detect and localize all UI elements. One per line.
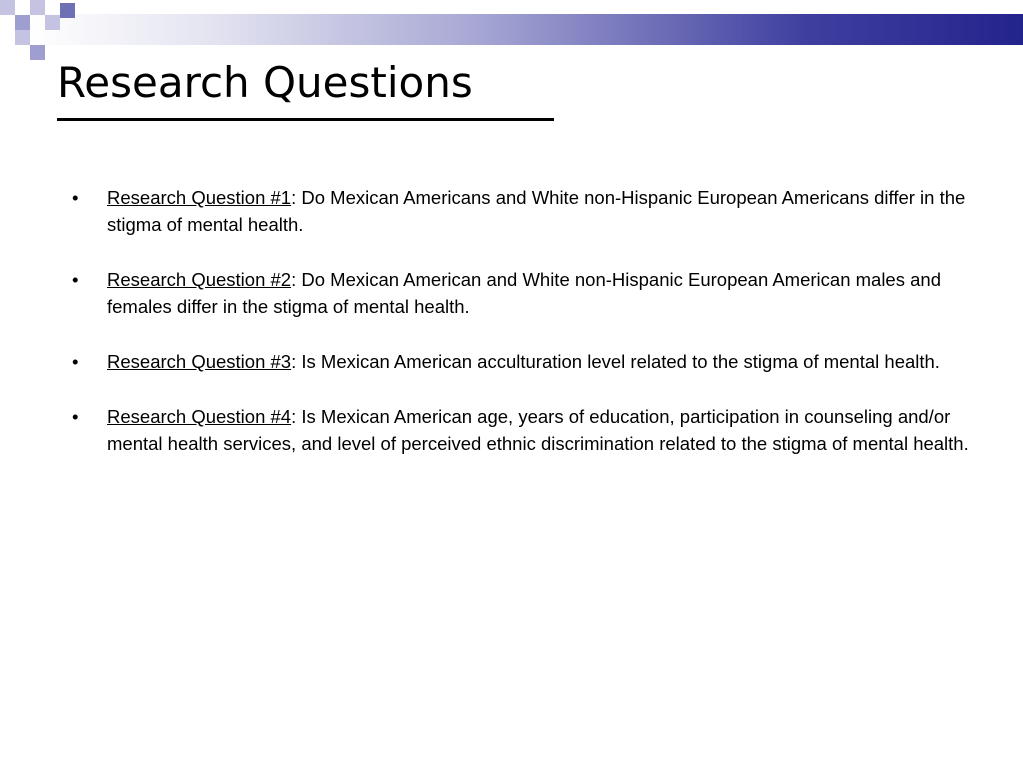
title-underline: [57, 118, 554, 121]
bullet-icon: •: [72, 187, 79, 208]
deco-square: [30, 0, 45, 15]
list-item: • Research Question #3: Is Mexican Ameri…: [72, 348, 977, 375]
deco-square: [0, 0, 15, 15]
bullet-icon: •: [72, 351, 79, 372]
header-gradient-bar: [30, 14, 1023, 45]
research-questions-list: • Research Question #1: Do Mexican Ameri…: [72, 184, 977, 485]
question-label: Research Question #4: [107, 406, 292, 427]
question-text: : Is Mexican American acculturation leve…: [291, 351, 940, 372]
list-item: • Research Question #2: Do Mexican Ameri…: [72, 266, 977, 320]
deco-square: [45, 15, 60, 30]
question-label: Research Question #2: [107, 269, 292, 290]
bullet-icon: •: [72, 406, 79, 427]
list-item: • Research Question #4: Is Mexican Ameri…: [72, 403, 977, 457]
deco-square: [30, 45, 45, 60]
deco-square: [60, 3, 75, 18]
list-item: • Research Question #1: Do Mexican Ameri…: [72, 184, 977, 238]
slide-title: Research Questions: [57, 58, 473, 107]
deco-square: [15, 15, 30, 30]
bullet-icon: •: [72, 269, 79, 290]
question-label: Research Question #3: [107, 351, 292, 372]
question-label: Research Question #1: [107, 187, 292, 208]
deco-square: [15, 30, 30, 45]
